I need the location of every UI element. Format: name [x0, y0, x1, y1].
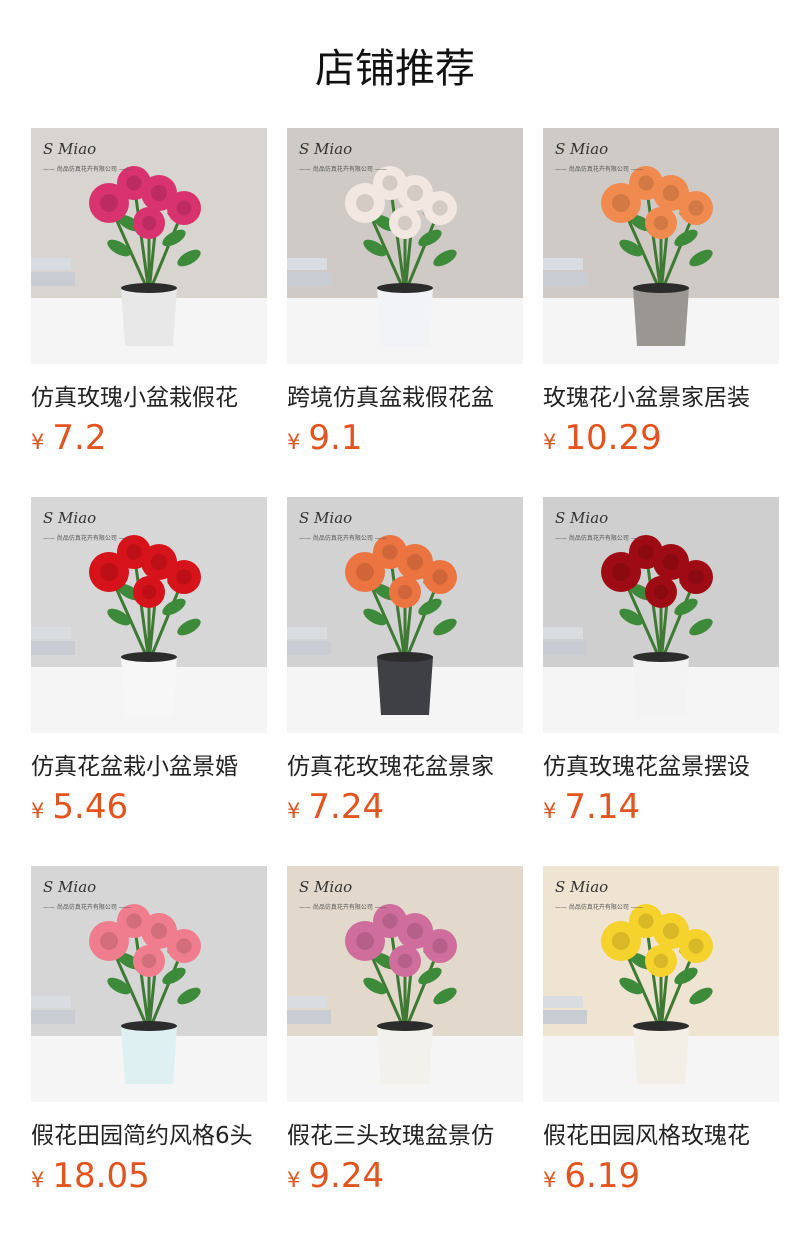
price-value: 9.1	[308, 418, 363, 458]
brand-subtitle: —— 尚品仿真花卉有限公司 ——	[43, 166, 131, 173]
brand-logo: S Miao	[555, 140, 609, 158]
currency-symbol: ¥	[543, 799, 557, 823]
product-title[interactable]: 假花田园风格玫瑰花	[543, 1116, 779, 1150]
product-title[interactable]: 假花田园简约风格6头	[31, 1116, 267, 1150]
product-title[interactable]: 仿真玫瑰花盆景摆设	[543, 747, 779, 781]
product-price: ¥6.19	[543, 1156, 640, 1196]
product-image[interactable]: S Miao —— 尚品仿真花卉有限公司 ——	[287, 866, 523, 1102]
price-value: 6.19	[564, 1156, 641, 1196]
product-title[interactable]: 仿真玫瑰小盆栽假花	[31, 378, 267, 412]
brand-logo: S Miao	[43, 509, 97, 527]
currency-symbol: ¥	[287, 430, 301, 454]
currency-symbol: ¥	[287, 799, 301, 823]
brand-subtitle: —— 尚品仿真花卉有限公司 ——	[555, 904, 643, 911]
product-image[interactable]: S Miao —— 尚品仿真花卉有限公司 ——	[287, 497, 523, 733]
product-image[interactable]: S Miao —— 尚品仿真花卉有限公司 ——	[543, 497, 779, 733]
currency-symbol: ¥	[543, 1168, 557, 1192]
brand-subtitle: —— 尚品仿真花卉有限公司 ——	[555, 166, 643, 173]
product-image[interactable]: S Miao —— 尚品仿真花卉有限公司 ——	[543, 866, 779, 1102]
product-price: ¥5.46	[31, 787, 128, 827]
brand-logo: S Miao	[299, 878, 353, 896]
product-image[interactable]: S Miao —— 尚品仿真花卉有限公司 ——	[287, 128, 523, 364]
brand-subtitle: —— 尚品仿真花卉有限公司 ——	[43, 535, 131, 542]
product-price: ¥18.05	[31, 1156, 150, 1196]
product-title[interactable]: 玫瑰花小盆景家居装	[543, 378, 779, 412]
brand-logo: S Miao	[43, 140, 97, 158]
product-title[interactable]: 跨境仿真盆栽假花盆	[287, 378, 523, 412]
brand-logo: S Miao	[555, 509, 609, 527]
currency-symbol: ¥	[31, 430, 45, 454]
currency-symbol: ¥	[543, 430, 557, 454]
price-value: 7.2	[52, 418, 107, 458]
brand-subtitle: —— 尚品仿真花卉有限公司 ——	[555, 535, 643, 542]
brand-logo: S Miao	[299, 140, 353, 158]
section-title: 店铺推荐	[315, 46, 475, 92]
currency-symbol: ¥	[31, 1168, 45, 1192]
product-price: ¥9.24	[287, 1156, 384, 1196]
product-price: ¥9.1	[287, 418, 362, 458]
product-price: ¥7.2	[31, 418, 106, 458]
brand-logo: S Miao	[299, 509, 353, 527]
price-value: 9.24	[308, 1156, 385, 1196]
product-title[interactable]: 假花三头玫瑰盆景仿	[287, 1116, 523, 1150]
brand-subtitle: —— 尚品仿真花卉有限公司 ——	[299, 904, 387, 911]
product-image[interactable]: S Miao —— 尚品仿真花卉有限公司 ——	[31, 128, 267, 364]
product-image[interactable]: S Miao —— 尚品仿真花卉有限公司 ——	[31, 866, 267, 1102]
price-value: 7.14	[564, 787, 641, 827]
brand-logo: S Miao	[555, 878, 609, 896]
price-value: 10.29	[564, 418, 662, 458]
product-title[interactable]: 仿真花玫瑰花盆景家	[287, 747, 523, 781]
price-value: 7.24	[308, 787, 385, 827]
brand-logo: S Miao	[43, 878, 97, 896]
brand-subtitle: —— 尚品仿真花卉有限公司 ——	[43, 904, 131, 911]
currency-symbol: ¥	[31, 799, 45, 823]
product-price: ¥7.24	[287, 787, 384, 827]
price-value: 18.05	[52, 1156, 150, 1196]
currency-symbol: ¥	[287, 1168, 301, 1192]
product-title[interactable]: 仿真花盆栽小盆景婚	[31, 747, 267, 781]
brand-subtitle: —— 尚品仿真花卉有限公司 ——	[299, 535, 387, 542]
product-image[interactable]: S Miao —— 尚品仿真花卉有限公司 ——	[543, 128, 779, 364]
product-price: ¥7.14	[543, 787, 640, 827]
brand-subtitle: —— 尚品仿真花卉有限公司 ——	[299, 166, 387, 173]
product-price: ¥10.29	[543, 418, 662, 458]
price-value: 5.46	[52, 787, 129, 827]
product-image[interactable]: S Miao —— 尚品仿真花卉有限公司 ——	[31, 497, 267, 733]
